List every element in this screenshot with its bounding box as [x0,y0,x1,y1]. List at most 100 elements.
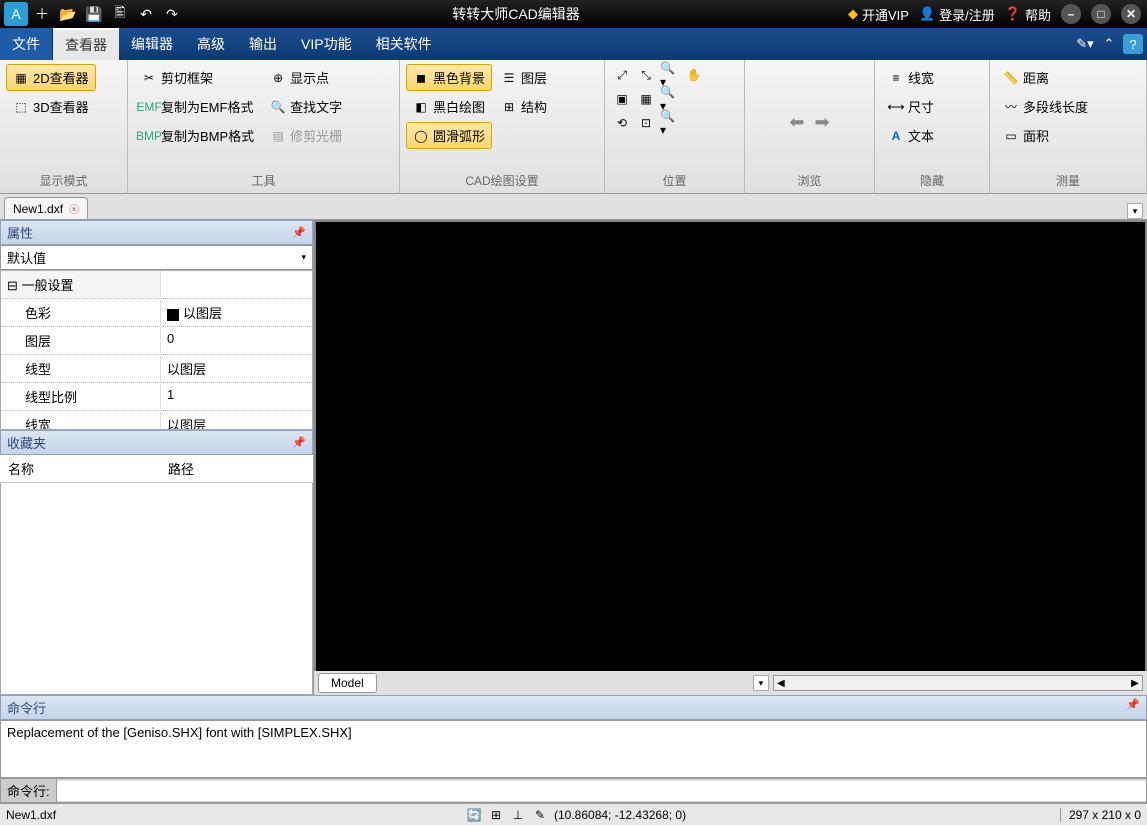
pencil-icon[interactable]: ✎▾ [1075,34,1095,54]
open-icon[interactable]: 📂 [56,2,80,26]
layout-dropdown-icon[interactable]: ▾ [753,675,769,691]
menu-vip[interactable]: VIP功能 [289,28,364,60]
fav-col-name[interactable]: 名称 [0,455,160,482]
status-grid-icon[interactable]: ⊞ [488,807,504,823]
struct-icon: ⊞ [501,99,517,115]
prop-key: 线型比例 [1,383,161,410]
menu-output[interactable]: 输出 [237,28,289,60]
emf-icon: EMF [141,99,157,115]
ribbon-help-icon[interactable]: ? [1123,34,1143,54]
pos-icon-9[interactable]: ⊡ [635,112,657,134]
help-icon: ❓ [1005,6,1021,22]
undo-icon[interactable]: ↶ [134,2,158,26]
fav-header: 名称 路径 [0,455,313,483]
browse-next-icon[interactable]: ➡ [814,111,831,134]
trim-halo-button[interactable]: ▤修剪光栅 [263,122,349,149]
point-icon: ⊕ [270,70,286,86]
menu-related[interactable]: 相关软件 [364,28,444,60]
measure-area-button[interactable]: ▭面积 [996,122,1095,149]
minimize-icon[interactable]: – [1061,4,1081,24]
login-button[interactable]: 👤登录/注册 [919,5,995,24]
app-icon[interactable]: A [4,2,28,26]
props-default-select[interactable]: 默认值▾ [0,245,313,270]
find-text-button[interactable]: 🔍查找文字 [263,93,349,120]
cube3d-icon: ⬚ [13,99,29,115]
pin-icon[interactable]: 📌 [292,226,306,239]
redo-icon[interactable]: ↷ [160,2,184,26]
status-ortho-icon[interactable]: ⊥ [510,807,526,823]
document-tab[interactable]: New1.dxf ⓧ [4,197,88,219]
fav-col-path[interactable]: 路径 [160,455,202,482]
copy-bmp-button[interactable]: BMP复制为BMP格式 [134,122,261,149]
pos-icon-6[interactable]: ▦ [635,88,657,110]
zoom-out-icon[interactable]: 🔍▾ [659,88,681,110]
collapse-ribbon-icon[interactable]: ⌃ [1099,34,1119,54]
group-hide-label: 隐藏 [881,170,983,193]
menu-viewer[interactable]: 查看器 [53,28,119,60]
viewer-3d-button[interactable]: ⬚3D查看器 [6,93,96,120]
horizontal-scrollbar[interactable]: ◀ ▶ [773,675,1143,691]
bw-icon: ◧ [413,99,429,115]
prop-key: 色彩 [1,299,161,326]
command-output[interactable]: Replacement of the [Geniso.SHX] font wit… [0,720,1147,778]
drawing-canvas[interactable] [316,222,1145,671]
command-input[interactable] [57,781,1146,801]
browse-prev-icon[interactable]: ⬅ [788,111,805,134]
pos-icon-2[interactable]: ⤡ [635,64,657,86]
status-bar: New1.dxf 🔄 ⊞ ⊥ ✎ (10.86084; -12.43268; 0… [0,803,1147,825]
close-icon[interactable]: ✕ [1121,4,1141,24]
bw-draw-button[interactable]: ◧黑白绘图 [406,93,492,120]
status-snap-icon[interactable]: ✎ [532,807,548,823]
ribbon: ▦2D查看器 ⬚3D查看器 显示模式 ✂剪切框架 EMF复制为EMF格式 BMP… [0,60,1147,194]
prop-val[interactable]: 以图层 [161,411,312,430]
pos-icon-1[interactable]: ⤢ [611,64,633,86]
menu-file[interactable]: 文件 [0,28,53,60]
pin-icon[interactable]: 📌 [292,436,306,449]
new-icon[interactable]: ＋ [30,2,54,26]
measure-polylen-button[interactable]: 〰多段线长度 [996,93,1095,120]
show-point-button[interactable]: ⊕显示点 [263,64,349,91]
save-icon[interactable]: 💾 [82,2,106,26]
pos-icon-7[interactable] [683,88,705,110]
pdf-icon[interactable]: 🖺 [108,2,132,26]
prop-val[interactable]: 0 [161,327,312,354]
black-bg-button[interactable]: ◼黑色背景 [406,64,492,91]
hide-dim-button[interactable]: ⟷尺寸 [881,93,941,120]
props-table[interactable]: ⊟ 一般设置 色彩以图层 图层0 线型以图层 线型比例1 线宽以图层 [0,270,313,430]
help-button[interactable]: ❓帮助 [1005,5,1051,24]
pan-icon[interactable]: ✋ [683,64,705,86]
props-section[interactable]: ⊟ 一般设置 [1,271,161,298]
fav-body[interactable] [0,483,313,695]
vip-button[interactable]: ◆开通VIP [848,5,909,24]
chevron-down-icon: ▾ [301,252,306,263]
prop-val[interactable]: 以图层 [161,299,312,326]
smooth-arc-button[interactable]: ◯圆滑弧形 [406,122,492,149]
layers-button[interactable]: ☰图层 [494,64,554,91]
hide-text-button[interactable]: A文本 [881,122,941,149]
maximize-icon[interactable]: □ [1091,4,1111,24]
model-tab[interactable]: Model [318,673,377,693]
zoom-in-icon[interactable]: 🔍▾ [659,64,681,86]
viewer-2d-button[interactable]: ▦2D查看器 [6,64,96,91]
copy-emf-button[interactable]: EMF复制为EMF格式 [134,93,261,120]
clip-icon: ✂ [141,70,157,86]
scroll-left-icon[interactable]: ◀ [774,678,788,689]
measure-dist-button[interactable]: 📏距离 [996,64,1095,91]
tabs-dropdown-icon[interactable]: ▾ [1127,203,1143,219]
menu-advanced[interactable]: 高级 [185,28,237,60]
scroll-right-icon[interactable]: ▶ [1128,678,1142,689]
zoom-fit-icon[interactable]: 🔍▾ [659,112,681,134]
tab-close-icon[interactable]: ⓧ [69,201,79,216]
pos-icon-8[interactable]: ⟲ [611,112,633,134]
pin-icon[interactable]: 📌 [1126,698,1140,717]
prop-val[interactable]: 以图层 [161,355,312,382]
prop-val[interactable]: 1 [161,383,312,410]
status-coords: (10.86084; -12.43268; 0) [554,808,686,822]
canvas-area: Model ▾ ◀ ▶ [314,220,1147,695]
clip-frame-button[interactable]: ✂剪切框架 [134,64,261,91]
struct-button[interactable]: ⊞结构 [494,93,554,120]
status-loop-icon[interactable]: 🔄 [466,807,482,823]
hide-linew-button[interactable]: ≡线宽 [881,64,941,91]
menu-editor[interactable]: 编辑器 [119,28,185,60]
pos-icon-5[interactable]: ▣ [611,88,633,110]
